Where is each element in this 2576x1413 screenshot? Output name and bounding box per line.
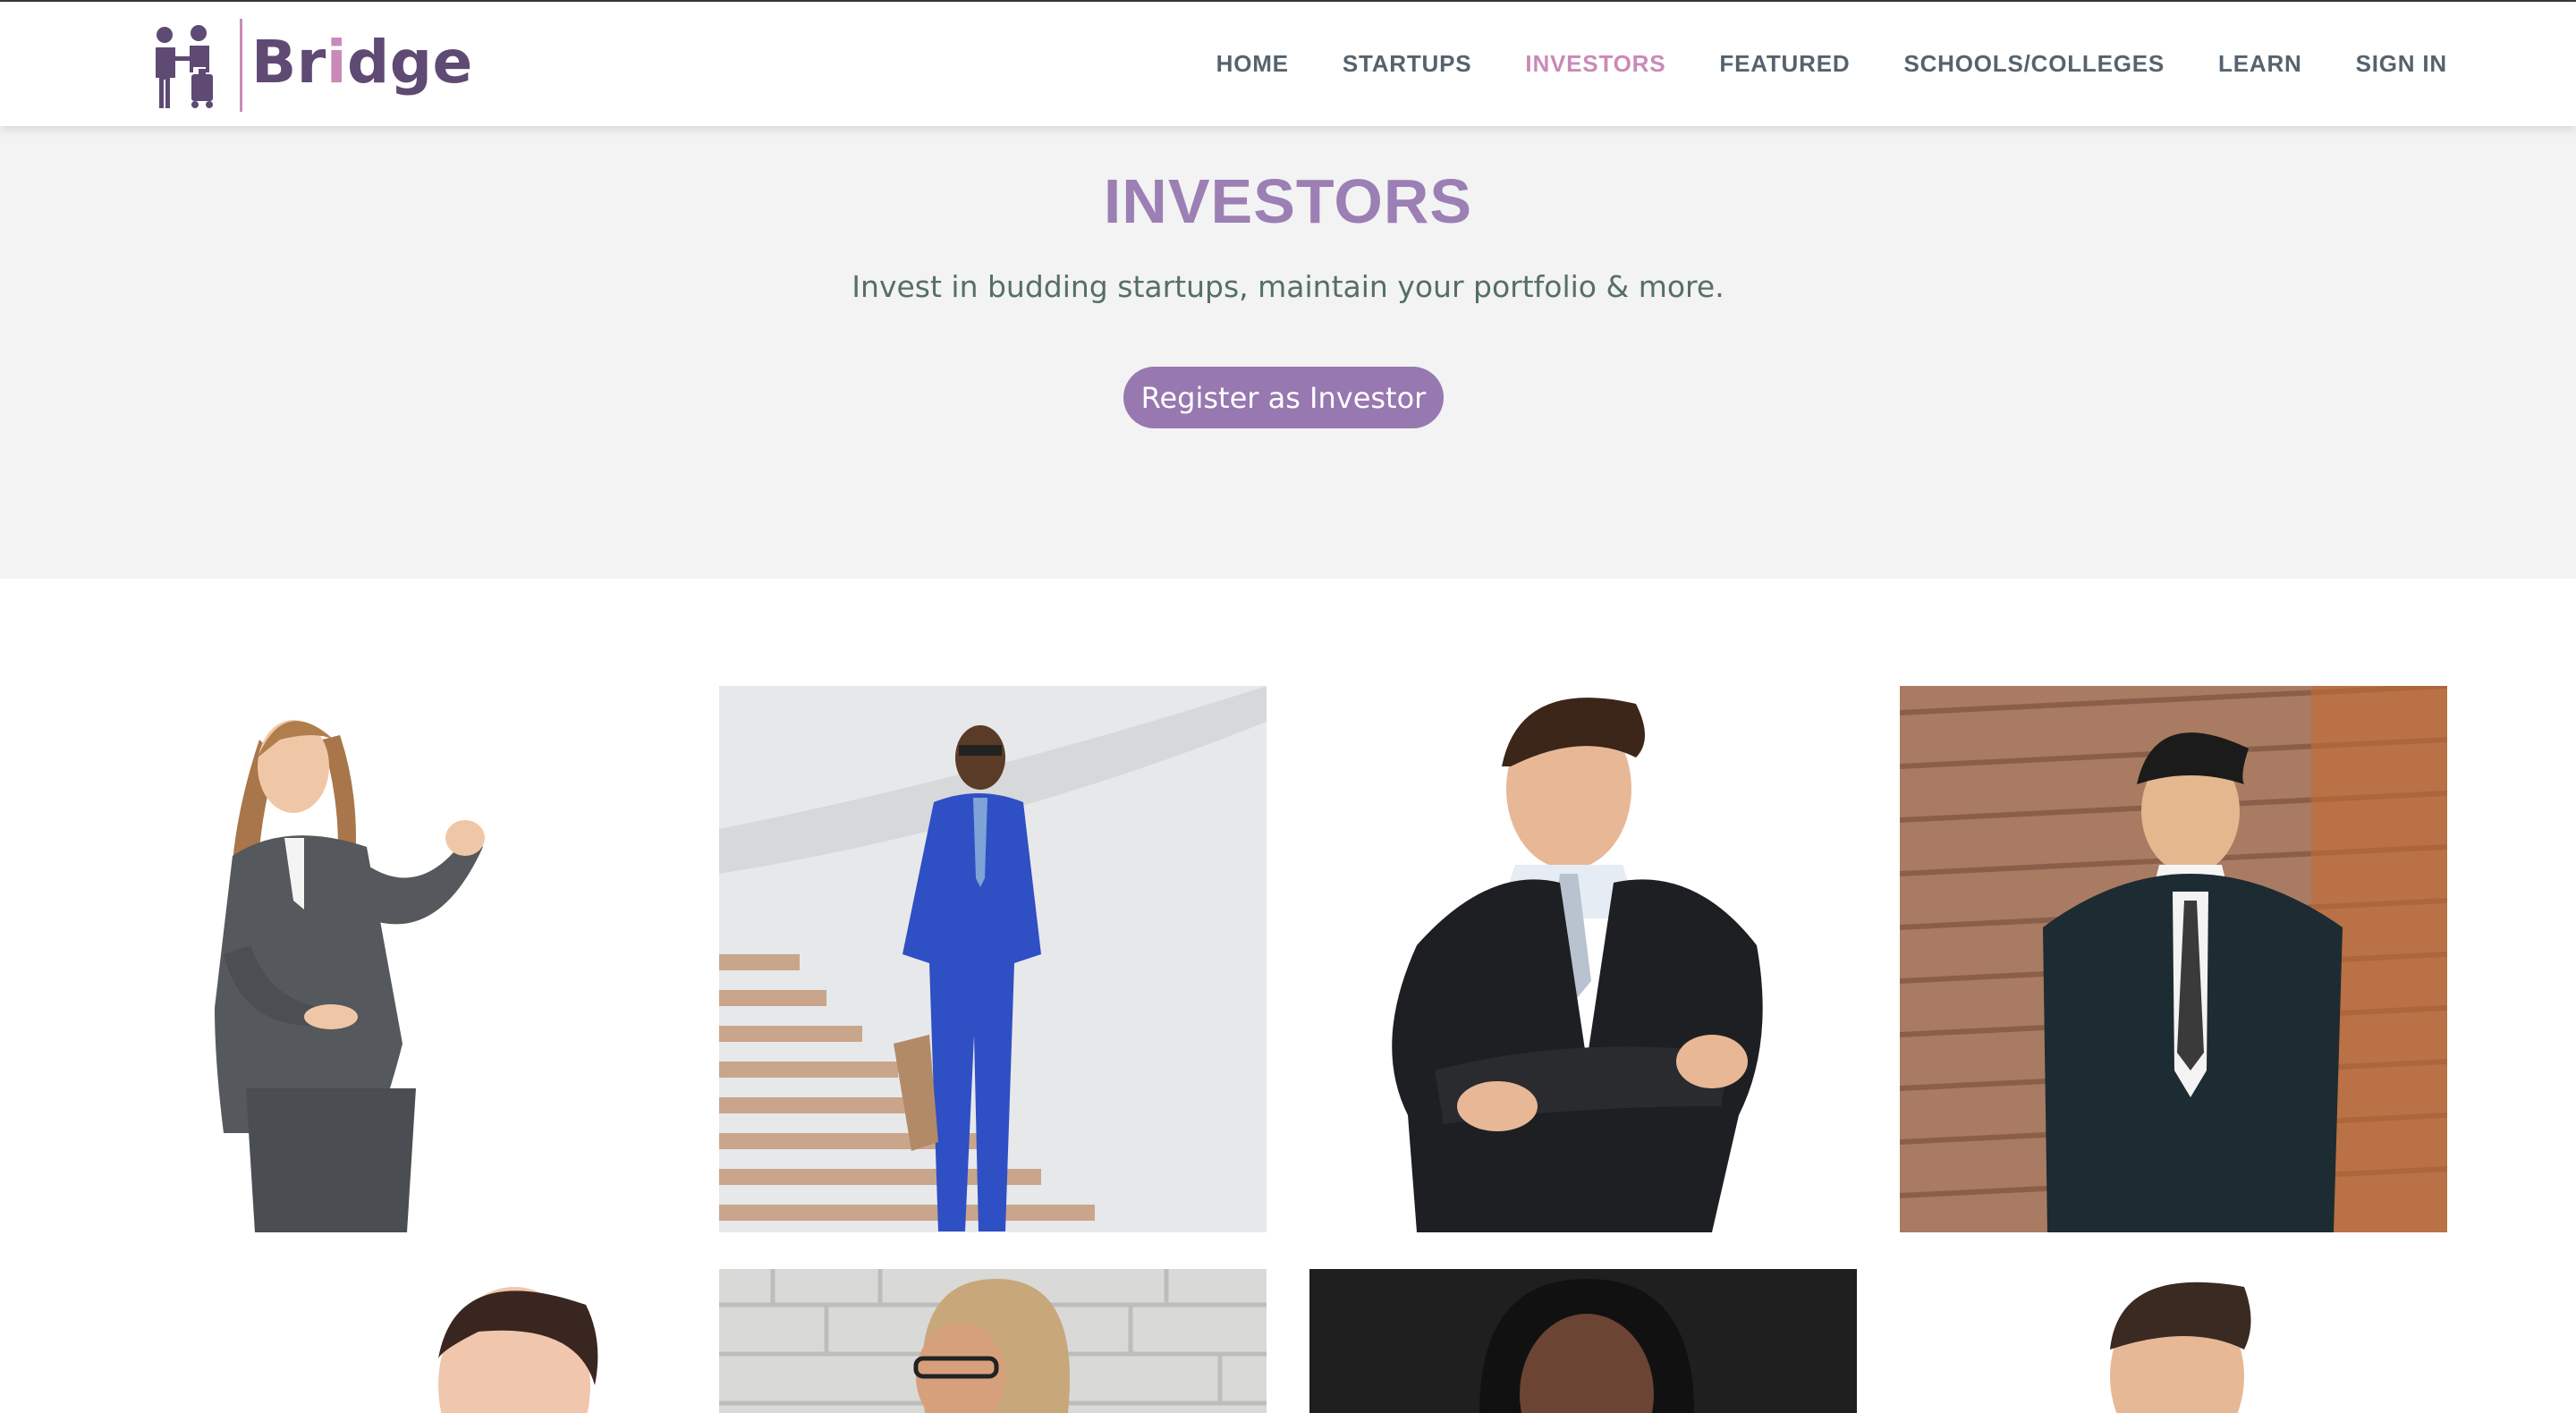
investor-card[interactable]	[1309, 686, 1857, 1232]
investor-card[interactable]	[1900, 1269, 2447, 1413]
nav-home[interactable]: HOME	[1216, 50, 1289, 78]
hero-section: INVESTORS Invest in budding startups, ma…	[0, 126, 2576, 579]
investor-photo-woman-dark-bg	[1309, 1269, 1857, 1413]
nav-sign-in[interactable]: SIGN IN	[2356, 50, 2447, 78]
investor-card[interactable]	[719, 1269, 1267, 1413]
investor-photo-woman-dark-hair	[161, 1269, 708, 1413]
investor-photo-man-short-hair	[1900, 1269, 2447, 1413]
investor-card[interactable]	[1900, 686, 2447, 1232]
brand-divider	[240, 19, 242, 112]
investor-card[interactable]	[719, 686, 1267, 1232]
navbar: Bridge HOME STARTUPS INVESTORS FEATURED …	[0, 2, 2576, 126]
nav-startups[interactable]: STARTUPS	[1343, 50, 1472, 78]
nav-featured[interactable]: FEATURED	[1719, 50, 1850, 78]
brand-name: Bridge	[251, 28, 473, 97]
investor-photo-woman-grey-suit	[161, 686, 708, 1232]
register-investor-button[interactable]: Register as Investor	[1123, 367, 1444, 428]
brand-logo[interactable]: Bridge	[148, 16, 473, 114]
main-nav: HOME STARTUPS INVESTORS FEATURED SCHOOLS…	[1163, 2, 2447, 126]
investor-photo-man-arms-crossed	[1309, 686, 1857, 1232]
handshake-logo-icon	[156, 25, 213, 108]
nav-schools-colleges[interactable]: SCHOOLS/COLLEGES	[1903, 50, 2165, 78]
investor-photo-woman-glasses	[719, 1269, 1267, 1413]
page-title: INVESTORS	[1103, 166, 1473, 236]
nav-learn[interactable]: LEARN	[2218, 50, 2302, 78]
page-subtitle: Invest in budding startups, maintain you…	[852, 269, 1724, 304]
investor-card[interactable]	[1309, 1269, 1857, 1413]
investor-photo-man-wood-wall	[1900, 686, 2447, 1232]
nav-investors[interactable]: INVESTORS	[1525, 50, 1665, 78]
investor-photo-man-blue-suit	[719, 686, 1267, 1232]
investor-card[interactable]	[161, 686, 708, 1232]
investor-card[interactable]	[161, 1269, 708, 1413]
